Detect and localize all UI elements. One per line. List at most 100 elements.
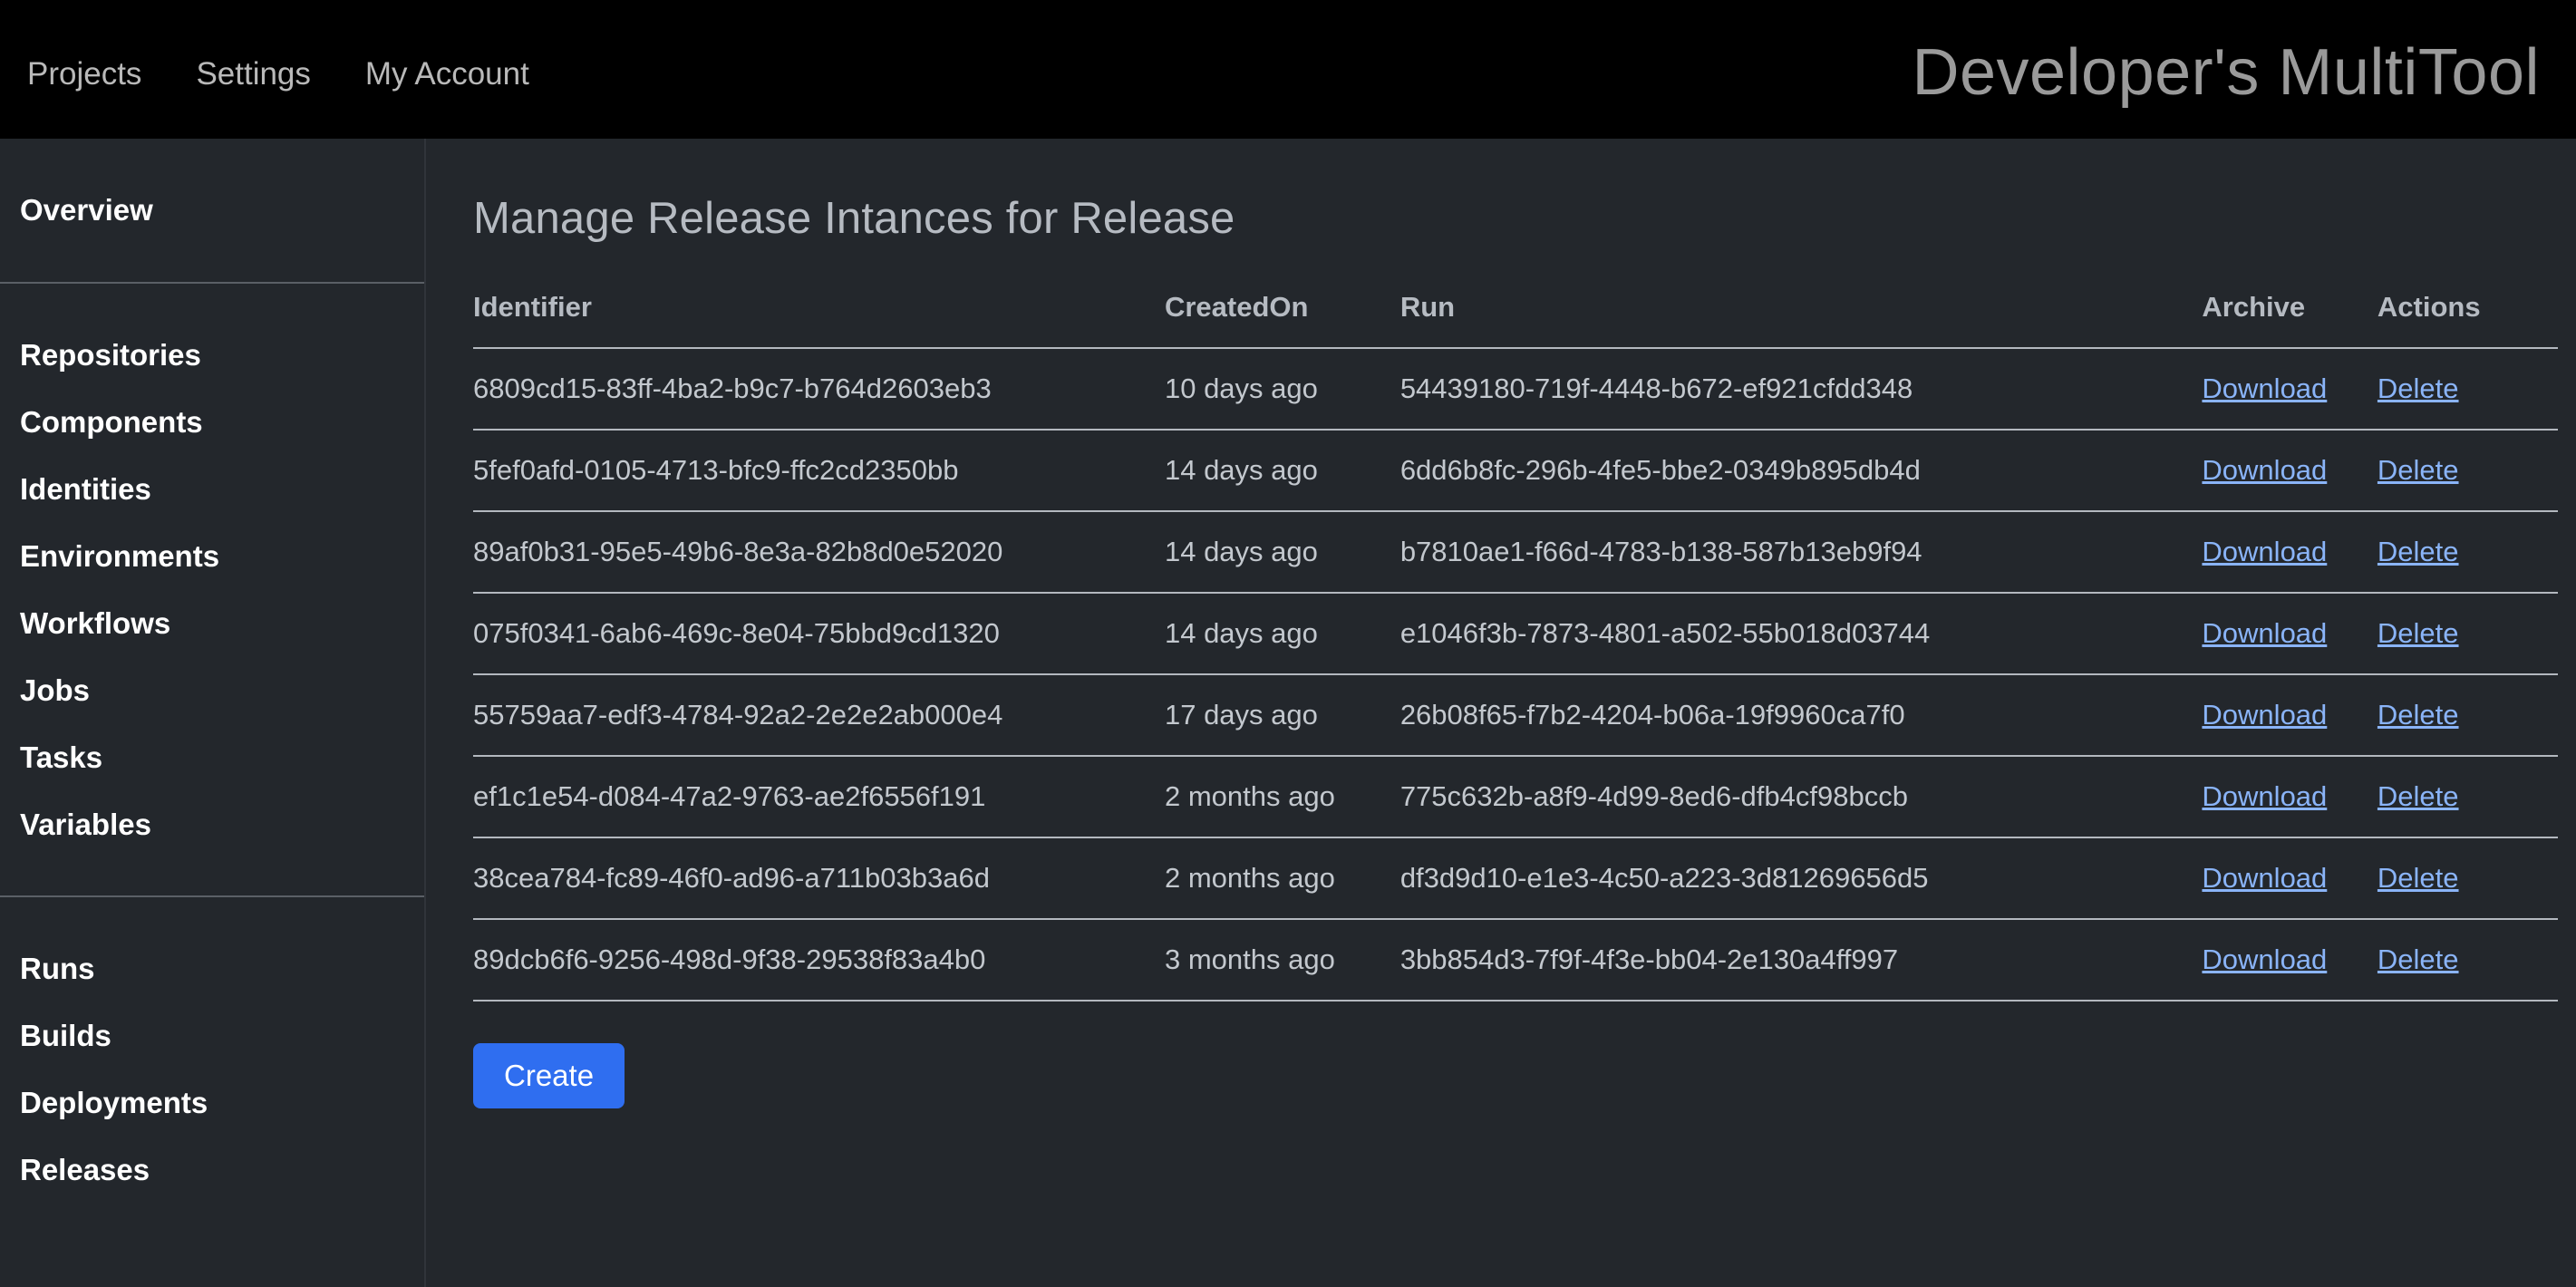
table-row: ef1c1e54-d084-47a2-9763-ae2f6556f191 2 mo… bbox=[473, 756, 2558, 838]
release-instances-table: Identifier CreatedOn Run Archive Actions… bbox=[473, 291, 2558, 1002]
sidebar-item-repositories[interactable]: Repositories bbox=[0, 322, 424, 389]
cell-created-on: 2 months ago bbox=[1164, 837, 1400, 920]
cell-created-on: 17 days ago bbox=[1164, 674, 1400, 757]
cell-identifier: 89dcb6f6-9256-498d-9f38-29538f83a4b0 bbox=[473, 919, 1165, 1002]
cell-archive: Download bbox=[2202, 430, 2377, 512]
sidebar-item-overview[interactable]: Overview bbox=[0, 177, 424, 244]
delete-link[interactable]: Delete bbox=[2377, 454, 2459, 486]
table-body: 6809cd15-83ff-4ba2-b9c7-b764d2603eb3 10 d… bbox=[473, 348, 2558, 1002]
delete-link[interactable]: Delete bbox=[2377, 780, 2459, 812]
sidebar-item-jobs[interactable]: Jobs bbox=[0, 657, 424, 724]
cell-actions: Delete bbox=[2377, 674, 2558, 757]
sidebar-item-releases[interactable]: Releases bbox=[0, 1137, 424, 1204]
cell-run: 6dd6b8fc-296b-4fe5-bbe2-0349b895db4d bbox=[1399, 430, 2203, 512]
top-header-bar: Projects Settings My Account Developer's… bbox=[0, 0, 2576, 139]
cell-run: 26b08f65-f7b2-4204-b06a-19f9960ca7f0 bbox=[1399, 674, 2203, 757]
cell-actions: Delete bbox=[2377, 430, 2558, 512]
nav-link-settings[interactable]: Settings bbox=[169, 58, 337, 90]
cell-identifier: 5fef0afd-0105-4713-bfc9-ffc2cd2350bb bbox=[473, 430, 1165, 512]
sidebar-item-runs[interactable]: Runs bbox=[0, 935, 424, 1002]
sidebar-item-deployments[interactable]: Deployments bbox=[0, 1069, 424, 1137]
sidebar-group-primary: Overview bbox=[0, 139, 424, 282]
cell-identifier: 38cea784-fc89-46f0-ad96-a711b03b3a6d bbox=[473, 837, 1165, 920]
delete-link[interactable]: Delete bbox=[2377, 943, 2459, 975]
delete-link[interactable]: Delete bbox=[2377, 862, 2459, 894]
cell-run: df3d9d10-e1e3-4c50-a223-3d81269656d5 bbox=[1399, 837, 2203, 920]
app-brand-title: Developer's MultiTool bbox=[1912, 35, 2540, 109]
sidebar-item-identities[interactable]: Identities bbox=[0, 456, 424, 523]
cell-actions: Delete bbox=[2377, 756, 2558, 838]
cell-created-on: 3 months ago bbox=[1164, 919, 1400, 1002]
app-body: Overview Repositories Components Identit… bbox=[0, 139, 2576, 1287]
sidebar-group-resources: Repositories Components Identities Envir… bbox=[0, 281, 424, 896]
sidebar-navigation: Overview Repositories Components Identit… bbox=[0, 139, 426, 1287]
cell-created-on: 10 days ago bbox=[1164, 348, 1400, 431]
sidebar-group-activity: Runs Builds Deployments Releases bbox=[0, 895, 424, 1242]
sidebar-item-components[interactable]: Components bbox=[0, 389, 424, 456]
cell-archive: Download bbox=[2202, 348, 2377, 431]
cell-created-on: 2 months ago bbox=[1164, 756, 1400, 838]
column-header-archive: Archive bbox=[2202, 291, 2377, 349]
download-link[interactable]: Download bbox=[2202, 862, 2327, 894]
top-navigation: Projects Settings My Account bbox=[0, 58, 557, 90]
cell-archive: Download bbox=[2202, 919, 2377, 1002]
sidebar-item-tasks[interactable]: Tasks bbox=[0, 724, 424, 791]
create-row: Create bbox=[473, 1043, 2540, 1109]
cell-actions: Delete bbox=[2377, 511, 2558, 594]
download-link[interactable]: Download bbox=[2202, 617, 2327, 649]
cell-actions: Delete bbox=[2377, 919, 2558, 1002]
cell-archive: Download bbox=[2202, 593, 2377, 675]
delete-link[interactable]: Delete bbox=[2377, 699, 2459, 731]
table-row: 075f0341-6ab6-469c-8e04-75bbd9cd1320 14 d… bbox=[473, 593, 2558, 675]
cell-identifier: 6809cd15-83ff-4ba2-b9c7-b764d2603eb3 bbox=[473, 348, 1165, 431]
delete-link[interactable]: Delete bbox=[2377, 373, 2459, 404]
delete-link[interactable]: Delete bbox=[2377, 617, 2459, 649]
create-button[interactable]: Create bbox=[473, 1043, 625, 1109]
sidebar-item-workflows[interactable]: Workflows bbox=[0, 590, 424, 657]
cell-actions: Delete bbox=[2377, 837, 2558, 920]
cell-identifier: 075f0341-6ab6-469c-8e04-75bbd9cd1320 bbox=[473, 593, 1165, 675]
column-header-actions: Actions bbox=[2377, 291, 2558, 349]
main-content: Manage Release Intances for Release Iden… bbox=[426, 139, 2576, 1287]
cell-identifier: ef1c1e54-d084-47a2-9763-ae2f6556f191 bbox=[473, 756, 1165, 838]
download-link[interactable]: Download bbox=[2202, 536, 2327, 567]
column-header-identifier: Identifier bbox=[473, 291, 1165, 349]
cell-archive: Download bbox=[2202, 837, 2377, 920]
delete-link[interactable]: Delete bbox=[2377, 536, 2459, 567]
cell-run: e1046f3b-7873-4801-a502-55b018d03744 bbox=[1399, 593, 2203, 675]
cell-created-on: 14 days ago bbox=[1164, 593, 1400, 675]
sidebar-item-variables[interactable]: Variables bbox=[0, 791, 424, 858]
cell-run: 54439180-719f-4448-b672-ef921cfdd348 bbox=[1399, 348, 2203, 431]
table-row: 5fef0afd-0105-4713-bfc9-ffc2cd2350bb 14 d… bbox=[473, 430, 2558, 512]
cell-archive: Download bbox=[2202, 756, 2377, 838]
table-header-row: Identifier CreatedOn Run Archive Actions bbox=[473, 291, 2558, 349]
nav-link-projects[interactable]: Projects bbox=[0, 58, 169, 90]
table-row: 89af0b31-95e5-49b6-8e3a-82b8d0e52020 14 d… bbox=[473, 511, 2558, 594]
download-link[interactable]: Download bbox=[2202, 943, 2327, 975]
table-row: 55759aa7-edf3-4784-92a2-2e2e2ab000e4 17 d… bbox=[473, 674, 2558, 757]
table-head: Identifier CreatedOn Run Archive Actions bbox=[473, 291, 2558, 349]
cell-created-on: 14 days ago bbox=[1164, 430, 1400, 512]
table-row: 89dcb6f6-9256-498d-9f38-29538f83a4b0 3 mo… bbox=[473, 919, 2558, 1002]
cell-identifier: 55759aa7-edf3-4784-92a2-2e2e2ab000e4 bbox=[473, 674, 1165, 757]
cell-run: b7810ae1-f66d-4783-b138-587b13eb9f94 bbox=[1399, 511, 2203, 594]
page-title: Manage Release Intances for Release bbox=[473, 194, 1235, 243]
cell-actions: Delete bbox=[2377, 348, 2558, 431]
nav-link-my-account[interactable]: My Account bbox=[338, 58, 557, 90]
cell-archive: Download bbox=[2202, 511, 2377, 594]
cell-actions: Delete bbox=[2377, 593, 2558, 675]
cell-identifier: 89af0b31-95e5-49b6-8e3a-82b8d0e52020 bbox=[473, 511, 1165, 594]
column-header-createdon: CreatedOn bbox=[1164, 291, 1400, 349]
cell-run: 3bb854d3-7f9f-4f3e-bb04-2e130a4ff997 bbox=[1399, 919, 2203, 1002]
download-link[interactable]: Download bbox=[2202, 454, 2327, 486]
download-link[interactable]: Download bbox=[2202, 699, 2327, 731]
table-row: 38cea784-fc89-46f0-ad96-a711b03b3a6d 2 mo… bbox=[473, 837, 2558, 920]
column-header-run: Run bbox=[1399, 291, 2203, 349]
download-link[interactable]: Download bbox=[2202, 780, 2327, 812]
table-row: 6809cd15-83ff-4ba2-b9c7-b764d2603eb3 10 d… bbox=[473, 348, 2558, 431]
cell-archive: Download bbox=[2202, 674, 2377, 757]
sidebar-item-builds[interactable]: Builds bbox=[0, 1002, 424, 1069]
sidebar-item-environments[interactable]: Environments bbox=[0, 523, 424, 590]
download-link[interactable]: Download bbox=[2202, 373, 2327, 404]
cell-run: 775c632b-a8f9-4d99-8ed6-dfb4cf98bccb bbox=[1399, 756, 2203, 838]
